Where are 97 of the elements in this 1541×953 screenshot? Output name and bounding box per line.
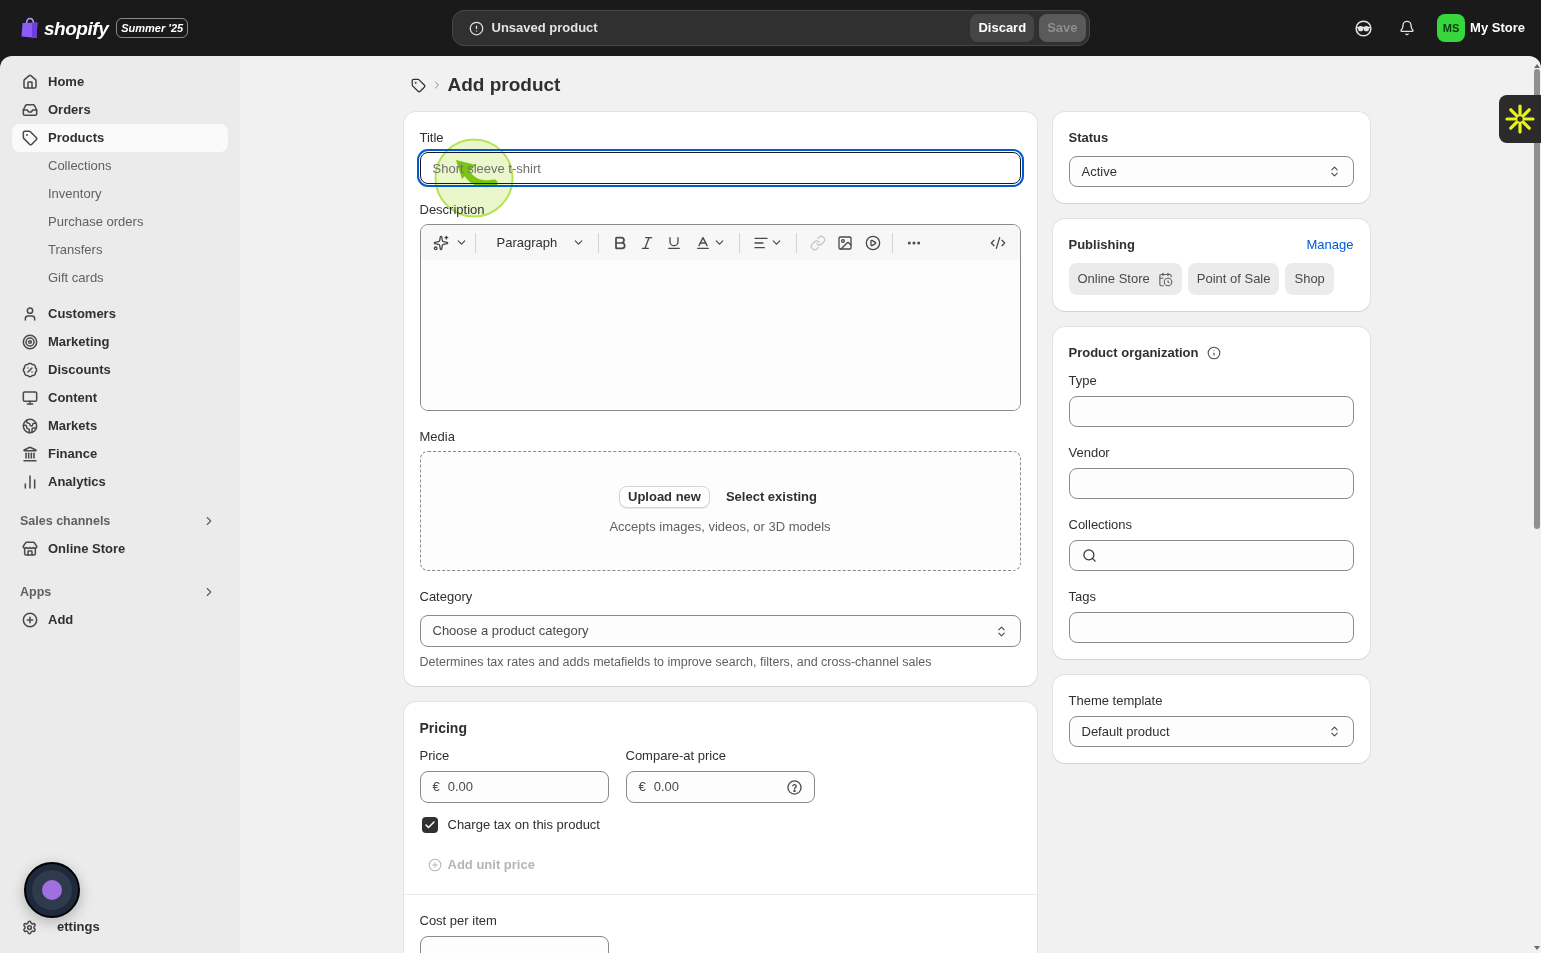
inbox-icon: [22, 102, 38, 118]
field-label: Vendor: [1068, 444, 1111, 462]
home-icon: [22, 74, 38, 90]
store-avatar[interactable]: MS: [1437, 14, 1466, 42]
section-heading: Sales channels: [20, 512, 111, 530]
shopping-bag-logo-icon: [20, 17, 40, 39]
price-input[interactable]: € 0.00: [625, 771, 815, 803]
bell-icon[interactable]: [1399, 20, 1416, 36]
sidebar-item[interactable]: Online Store: [12, 535, 228, 563]
percent-badge-icon: [22, 362, 38, 378]
search-icon: [1081, 548, 1097, 563]
record-button-icon[interactable]: [24, 862, 80, 918]
theme-template-select[interactable]: Default product: [1068, 716, 1354, 747]
sidebar-item[interactable]: Collections: [12, 152, 228, 180]
underline-icon[interactable]: [666, 234, 683, 251]
scroll-down-arrow-icon[interactable]: [1534, 946, 1540, 950]
field-label: Media: [419, 428, 455, 446]
status-select[interactable]: Active: [1068, 156, 1354, 187]
tag-icon: [22, 130, 38, 146]
sidebar-item[interactable]: Purchase orders: [12, 208, 228, 236]
search-field[interactable]: [1068, 540, 1354, 571]
bar-chart-icon: [22, 474, 38, 490]
storefront-icon: [22, 541, 38, 557]
card-heading: Pricing: [419, 719, 468, 738]
scroll-up-arrow-icon[interactable]: [1534, 64, 1540, 68]
sidebar-item[interactable]: Add: [12, 606, 228, 634]
page-title: Add product: [447, 72, 561, 97]
asterisk-tile-icon[interactable]: [1499, 95, 1541, 143]
monitor-icon: [22, 390, 38, 406]
sidebar-item[interactable]: Discounts: [12, 356, 228, 384]
edition-badge: Summer '25: [116, 18, 189, 38]
text-color-icon[interactable]: [695, 234, 712, 251]
image-icon[interactable]: [837, 234, 854, 251]
text-input[interactable]: [1068, 612, 1354, 643]
sidebar-item[interactable]: Home: [12, 68, 228, 96]
target-icon: [22, 334, 38, 350]
alert-icon: [468, 20, 484, 36]
help-icon[interactable]: [786, 779, 802, 795]
unsaved-message: Unsaved product: [491, 19, 598, 38]
play-circle-icon[interactable]: [865, 234, 882, 251]
sidebar-item[interactable]: Analytics: [12, 468, 228, 496]
sidebar-item[interactable]: ettings: [12, 913, 228, 941]
field-label: Theme template: [1068, 692, 1163, 710]
info-icon[interactable]: [1206, 346, 1221, 360]
paragraph-style-dropdown[interactable]: Paragraph: [496, 232, 586, 253]
section-heading: Apps: [20, 583, 52, 601]
manage-link[interactable]: Manage: [1306, 235, 1354, 255]
sidebar-item[interactable]: Finance: [12, 440, 228, 468]
sidebar-item[interactable]: Markets: [12, 412, 228, 440]
store-name[interactable]: My Store: [1470, 18, 1525, 38]
media-button[interactable]: Upload new: [619, 485, 710, 508]
field-label: Status: [1068, 129, 1109, 147]
media-button[interactable]: Select existing: [721, 485, 821, 508]
channel-tag: Point of Sale: [1187, 263, 1280, 295]
field-label: Title: [419, 129, 444, 147]
field-label: Category: [419, 588, 473, 606]
field-label: Price: [419, 747, 451, 765]
glasses-face-icon[interactable]: [1354, 19, 1372, 37]
checkmark-icon: [423, 819, 436, 831]
gear-icon: [22, 919, 37, 935]
plus-circle-icon: [22, 612, 38, 628]
sidebar-item[interactable]: Orders: [12, 96, 228, 124]
media-dropzone[interactable]: Upload new Select existing Accepts images, videos, or 3D models: [419, 451, 1021, 571]
sparkles-icon[interactable]: [432, 234, 449, 251]
code-icon[interactable]: [989, 234, 1006, 251]
field-label: Compare-at price: [625, 747, 727, 765]
sidebar-item[interactable]: Transfers: [12, 236, 228, 264]
text-input[interactable]: [1068, 396, 1354, 427]
globe-icon: [22, 418, 38, 434]
calendar-clock-icon: [1157, 271, 1173, 287]
category-select[interactable]: Choose a product category: [419, 615, 1021, 647]
media-hint: Accepts images, videos, or 3D models: [609, 517, 831, 536]
checkbox[interactable]: [421, 817, 438, 833]
field-label: Type: [1068, 372, 1098, 390]
sidebar-item[interactable]: Gift cards: [12, 264, 228, 292]
sidebar-item[interactable]: Inventory: [12, 180, 228, 208]
field-label: Collections: [1068, 516, 1134, 534]
channel-tag: Online Store: [1068, 263, 1182, 295]
person-icon: [22, 306, 38, 322]
discard-button[interactable]: Discard: [970, 14, 1035, 42]
tag-icon[interactable]: [410, 77, 426, 93]
bank-icon: [22, 446, 38, 462]
text-input[interactable]: [1068, 468, 1354, 499]
price-input[interactable]: € 0.00: [419, 771, 609, 803]
sidebar-item[interactable]: Marketing: [12, 328, 228, 356]
field-label: Publishing: [1068, 236, 1135, 254]
sidebar-item[interactable]: Customers: [12, 300, 228, 328]
plus-circle-icon: [427, 858, 442, 872]
field-label: Cost per item: [419, 912, 498, 930]
sidebar-item[interactable]: Content: [12, 384, 228, 412]
help-text: Determines tax rates and adds metafields to improve search, filters, and cross-channel sales: [419, 654, 933, 670]
field-label: Tags: [1068, 588, 1097, 606]
field-label: Product organization: [1068, 344, 1199, 362]
logo-wordmark: shopify: [44, 18, 109, 38]
checkbox-label[interactable]: Charge tax on this product: [447, 815, 600, 835]
channel-tag: Shop: [1285, 263, 1334, 295]
sidebar-item[interactable]: Products: [12, 124, 228, 152]
